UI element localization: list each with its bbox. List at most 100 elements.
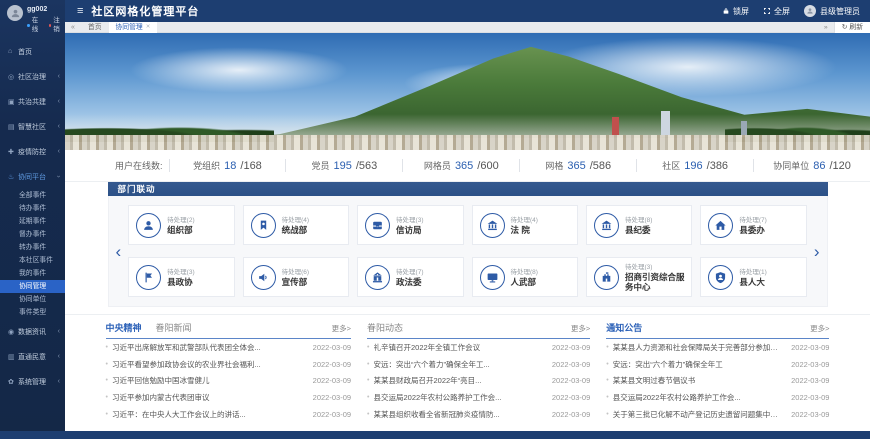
online-stats-bar: 用户在线数: 党组织18/168 党员195/563 网格员365/600 网格… [65,150,870,182]
sidebar-item-epidemic[interactable]: ✚ 疫情防控 ‹ [0,139,65,164]
news-item[interactable]: •习近平出席解放军和武警部队代表团全体会...2022-03-09 [106,339,352,356]
news-item[interactable]: •习近平看望参加政协会议的农业界社会福利...2022-03-09 [106,356,352,373]
column-title-notices[interactable]: 通知公告 [606,321,642,334]
department-card-xianweiban[interactable]: 待处理(7)县委办 [700,205,806,245]
news-item[interactable]: •某某县人力资源和社会保障局关于完善部分参加企...2022-03-09 [606,339,829,356]
sidebar-item-public-voice[interactable]: ▥ 直通民意 ‹ [0,344,65,369]
sidebar-item-governance[interactable]: ◎ 社区治理 ‹ [0,64,65,89]
lock-icon [722,7,730,15]
more-link[interactable]: 更多> [810,323,829,334]
chevron-left-icon: ‹ [58,73,60,80]
news-item[interactable]: •礼辛镇召开2022年全镇工作会议2022-03-09 [367,339,590,356]
refresh-button[interactable]: ↻ 刷新 [834,22,870,33]
sidebar-subitem-collab-units[interactable]: 协同单位 [0,293,65,306]
department-card-tongzhanbu[interactable]: 待处理(4)统战部 [243,205,349,245]
prev-arrow-icon[interactable]: ‹ [113,243,125,260]
user-panel: gg002 在线 注销 [0,0,65,39]
more-link[interactable]: 更多> [571,323,590,334]
gov-building-icon [365,265,390,290]
sidebar-item-cobuild[interactable]: ▣ 共治共建 ‹ [0,89,65,114]
department-card-xuanchuanbu[interactable]: 待处理(6)宣传部 [243,257,349,297]
department-card-xianrenda[interactable]: 待处理(1)县人大 [700,257,806,297]
stat-grid-workers: 网格员365/600 [402,159,519,172]
department-card-fayuan[interactable]: 待处理(4)法 院 [472,205,578,245]
user-name: gg002 [27,5,65,16]
sidebar-item-home[interactable]: ⌂ 首页 [0,39,65,64]
department-card-zuzhibu[interactable]: 待处理(2)组织部 [128,205,234,245]
sidebar-subitem-todo-events[interactable]: 待办事件 [0,202,65,215]
monitor-icon [480,265,505,290]
user-avatar[interactable] [7,5,23,21]
tab-local-news[interactable]: 眷阳新闻 [156,321,192,334]
ribbon-icon [251,213,276,238]
sidebar-subitem-supervised-events[interactable]: 督办事件 [0,228,65,241]
sidebar-item-system-settings[interactable]: ✿ 系统管理 ‹ [0,369,65,394]
department-card-xianjiwei[interactable]: 待处理(8)县纪委 [586,205,692,245]
sidebar-subitem-my-events[interactable]: 我的事件 [0,267,65,280]
news-item[interactable]: •习近平参加内蒙古代表团审议2022-03-09 [106,389,352,406]
news-column-central: 中央精神 眷阳新闻 更多> •习近平出席解放军和武警部队代表团全体会...202… [106,321,352,423]
flag-icon [136,265,161,290]
courthouse-icon [480,213,505,238]
stat-party-org: 党组织18/168 [169,159,286,172]
shield-icon [708,265,733,290]
department-card-xinfangju[interactable]: 待处理(3)信访局 [357,205,463,245]
news-item[interactable]: •关于第三批已化解不动产登记历史遗留问题集中办...2022-03-09 [606,406,829,423]
avatar [804,5,816,17]
sidebar-item-platform[interactable]: ♨ 协同平台 ‹ [0,164,65,189]
more-link[interactable]: 更多> [332,323,351,334]
logout-link[interactable]: 注销 [49,16,66,36]
department-card-xianzhengxie[interactable]: 待处理(3)县政协 [128,257,234,297]
sidebar-subitem-transferred-events[interactable]: 转办事件 [0,241,65,254]
news-item[interactable]: •安远：突出“六个着力”确保全年工...2022-03-09 [367,356,590,373]
tab-home[interactable]: 首页 [81,22,109,33]
sidebar-subitem-delayed-events[interactable]: 延期事件 [0,215,65,228]
sidebar-subitem-event-types[interactable]: 事件类型 [0,306,65,319]
sidebar-subitem-community-events[interactable]: 本社区事件 [0,254,65,267]
governance-icon: ◎ [8,73,18,81]
home-icon [708,213,733,238]
department-card-zhengfawei[interactable]: 待处理(7)政法委 [357,257,463,297]
hamburger-icon[interactable]: ≡ [77,5,83,17]
sidebar-subitem-all-events[interactable]: 全部事件 [0,189,65,202]
hero-banner-image [65,33,870,150]
close-icon[interactable]: ✕ [146,22,151,33]
stat-grids: 网格365/586 [519,159,636,172]
news-item[interactable]: •习近平回信勉励中国冰雪健儿2022-03-09 [106,373,352,390]
news-item[interactable]: •安远：突出“六个着力”确保全年工2022-03-09 [606,356,829,373]
sidebar-item-smart-community[interactable]: ▤ 智慧社区 ‹ [0,114,65,139]
epidemic-icon: ✚ [8,148,18,156]
collapse-tabs-icon[interactable]: « [65,24,81,31]
stat-communities: 社区196/386 [636,159,753,172]
more-tabs-icon[interactable]: » [818,24,834,31]
news-item[interactable]: •某某县组织收看全省新冠肺炎疫情防...2022-03-09 [367,406,590,423]
department-card-renwubu[interactable]: 待处理(8)人武部 [472,257,578,297]
person-icon [136,213,161,238]
fullscreen-button[interactable]: 全屏 [763,6,790,17]
admin-account-button[interactable]: 县级管理员 [804,5,860,17]
sidebar-subitem-collab-management[interactable]: 协同管理 [0,280,65,293]
news-item[interactable]: •某某县财政局召开2022年“亮目...2022-03-09 [367,373,590,390]
tab-central-spirit[interactable]: 中央精神 [106,321,142,334]
fullscreen-icon [763,7,771,15]
news-item[interactable]: •县交运局2022年农村公路养护工作会...2022-03-09 [367,389,590,406]
next-arrow-icon[interactable]: › [811,243,823,260]
news-item[interactable]: •县交运局2022年农村公路养护工作会...2022-03-09 [606,389,829,406]
tab-collab-management[interactable]: 协同管理 ✕ [109,22,158,33]
inbox-icon [365,213,390,238]
chevron-down-icon: ‹ [55,175,62,177]
news-item[interactable]: •习近平：在中央人大工作会议上的讲话...2022-03-09 [106,406,352,423]
department-card-zhaoshang[interactable]: 待处理(3)招商引资综合服务中心 [586,257,692,297]
castle-icon [594,265,619,290]
stat-collab-units: 协同单位86/120 [753,159,870,172]
bank-icon [594,213,619,238]
lock-screen-button[interactable]: 锁屏 [722,6,749,17]
tab-bar: « 首页 协同管理 ✕ » ↻ 刷新 [65,22,870,33]
platform-icon: ♨ [8,173,18,181]
news-item[interactable]: •某某县文明过春节倡议书2022-03-09 [606,373,829,390]
footer-bar [0,431,870,439]
column-title-dynamics[interactable]: 眷阳动态 [367,321,403,334]
sidebar-item-data-news[interactable]: ◉ 数据资讯 ‹ [0,319,65,344]
cobuild-icon: ▣ [8,98,18,106]
online-status[interactable]: 在线 [27,16,44,36]
